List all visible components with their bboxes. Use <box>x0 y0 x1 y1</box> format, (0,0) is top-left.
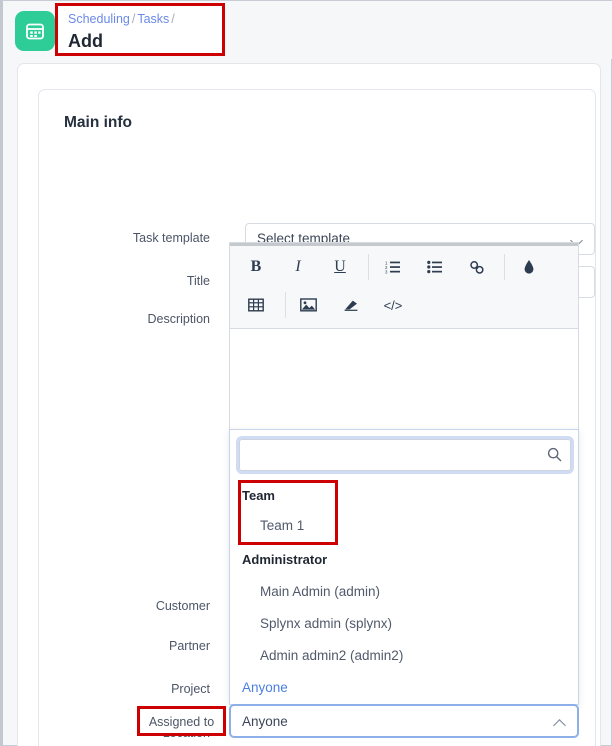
breadcrumb-item-tasks[interactable]: Tasks <box>137 12 169 26</box>
dropdown-option-splynx-admin[interactable]: Splynx admin (splynx) <box>260 616 392 631</box>
dropdown-option-team-1[interactable]: Team 1 <box>260 518 304 533</box>
toolbar-divider <box>504 254 505 280</box>
customer-label: Customer <box>155 599 210 613</box>
project-label: Project <box>171 682 210 696</box>
italic-icon[interactable]: I <box>283 252 313 282</box>
eraser-icon[interactable] <box>335 290 365 320</box>
ordered-list-icon[interactable]: 1 2 3 <box>378 252 408 282</box>
page-header: Scheduling / Tasks / Add <box>3 1 612 59</box>
bold-glyph: B <box>250 258 262 275</box>
table-icon[interactable] <box>241 290 271 320</box>
bold-icon[interactable]: B <box>241 252 271 282</box>
search-icon[interactable] <box>547 447 562 467</box>
chevron-up-icon <box>555 717 566 728</box>
page-title: Add <box>68 31 103 51</box>
calendar-icon <box>15 11 55 51</box>
search-input[interactable] <box>248 440 538 470</box>
breadcrumb-highlight: Scheduling / Tasks / Add <box>55 3 225 56</box>
task-template-label: Task template <box>132 231 210 245</box>
svg-text:3: 3 <box>385 270 388 274</box>
dropdown-option-admin-admin2[interactable]: Admin admin2 (admin2) <box>260 648 403 663</box>
breadcrumb-separator: / <box>131 12 136 26</box>
breadcrumb-separator: / <box>171 12 175 26</box>
underline-icon[interactable]: U <box>325 252 355 282</box>
italic-glyph: I <box>295 258 301 275</box>
dropdown-group-administrator: Administrator <box>242 552 328 567</box>
text-color-icon[interactable] <box>514 252 544 282</box>
editor-toolbar-row-2: </> <box>230 286 578 324</box>
toolbar-divider <box>285 292 286 318</box>
editor-toolbar-row-1: B I U 1 2 3 <box>230 248 578 286</box>
editor-toolbar: B I U 1 2 3 </> <box>230 243 578 329</box>
assigned-to-label-highlight: Assigned to <box>137 706 226 736</box>
dropdown-option-anyone[interactable]: Anyone <box>242 680 288 695</box>
description-label: Description <box>147 312 210 326</box>
breadcrumb: Scheduling / Tasks / <box>68 11 222 27</box>
underline-glyph: U <box>334 258 346 275</box>
code-glyph: </> <box>383 297 403 313</box>
image-icon[interactable] <box>293 290 323 320</box>
dropdown-search-wrapper <box>236 436 574 474</box>
dropdown-option-main-admin[interactable]: Main Admin (admin) <box>260 584 380 599</box>
unordered-list-icon[interactable] <box>420 252 450 282</box>
dropdown-option-list: Team Team 1 Administrator Main Admin (ad… <box>230 480 578 704</box>
title-label: Title <box>186 274 210 288</box>
code-icon[interactable]: </> <box>376 290 410 320</box>
breadcrumb-item-scheduling[interactable]: Scheduling <box>68 12 130 26</box>
partner-label: Partner <box>169 639 210 653</box>
assigned-to-value: Anyone <box>242 714 288 729</box>
dropdown-search-field[interactable] <box>239 439 571 471</box>
assigned-to-label: Assigned to <box>148 715 215 729</box>
app-window: Scheduling / Tasks / Add Main info Task tem… <box>0 0 612 746</box>
assigned-to-dropdown: Team Team 1 Administrator Main Admin (ad… <box>229 429 579 705</box>
assigned-to-select[interactable]: Anyone <box>229 704 579 738</box>
section-title: Main info <box>64 114 133 131</box>
toolbar-divider <box>368 254 369 280</box>
link-icon[interactable] <box>462 252 492 282</box>
dropdown-group-team: Team <box>242 488 275 503</box>
